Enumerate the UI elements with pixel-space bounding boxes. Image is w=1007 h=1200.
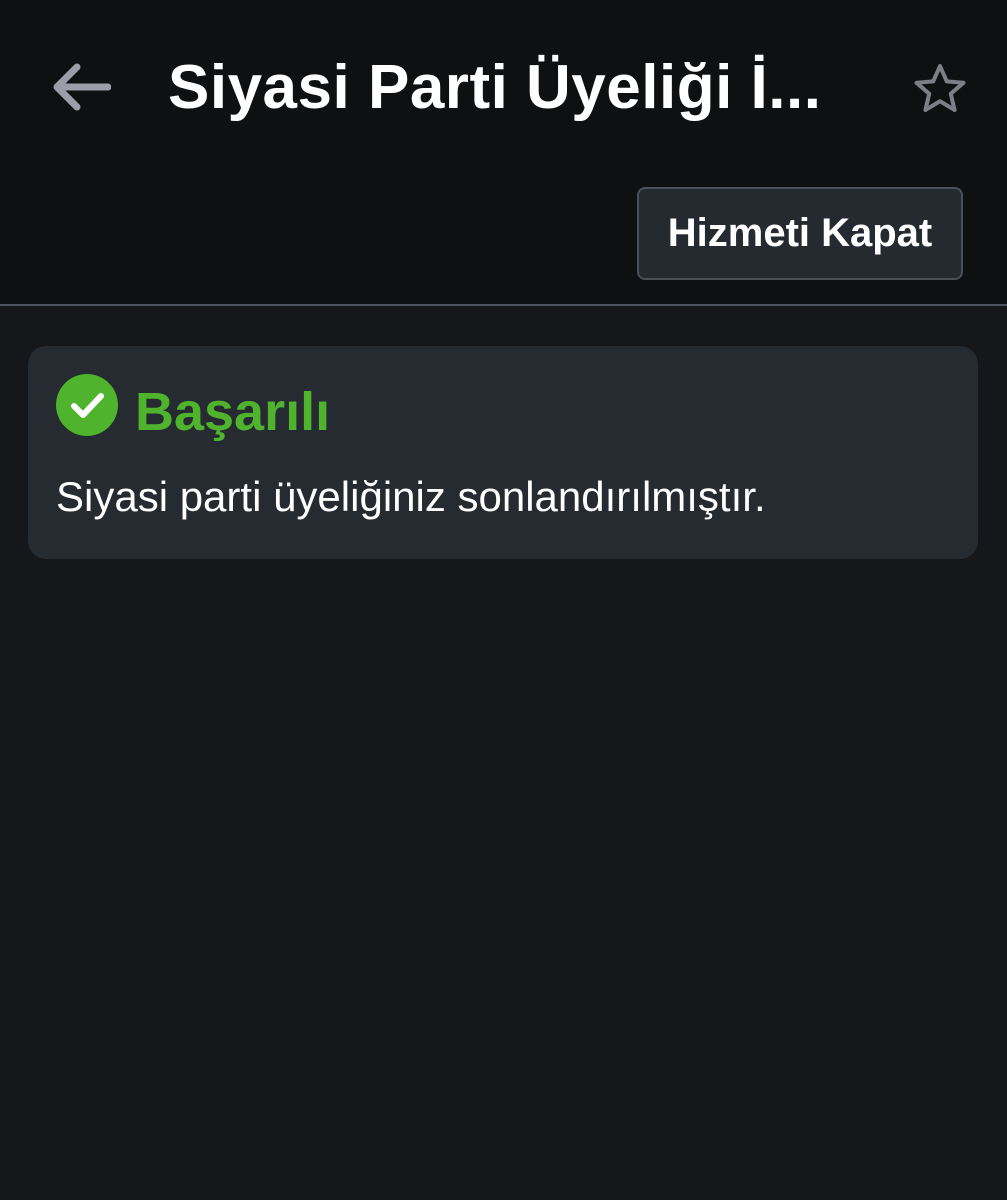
alert-title: Başarılı xyxy=(135,382,331,442)
success-alert: Başarılı Siyasi parti üyeliğiniz sonland… xyxy=(28,346,978,559)
header-divider xyxy=(0,304,1007,306)
top-bar: Siyasi Parti Üyeliği İ... Hizmeti Kapat xyxy=(0,0,1007,306)
close-service-button[interactable]: Hizmeti Kapat xyxy=(637,187,963,280)
check-circle-icon xyxy=(56,374,118,436)
page-title: Siyasi Parti Üyeliği İ... xyxy=(168,53,822,122)
favorite-button[interactable] xyxy=(906,56,974,122)
service-page: Siyasi Parti Üyeliği İ... Hizmeti Kapat … xyxy=(0,0,1007,1200)
star-outline-icon xyxy=(914,64,966,112)
back-button[interactable] xyxy=(38,48,120,126)
alert-message: Siyasi parti üyeliğiniz sonlandırılmıştı… xyxy=(56,473,766,520)
arrow-left-icon xyxy=(53,63,111,111)
